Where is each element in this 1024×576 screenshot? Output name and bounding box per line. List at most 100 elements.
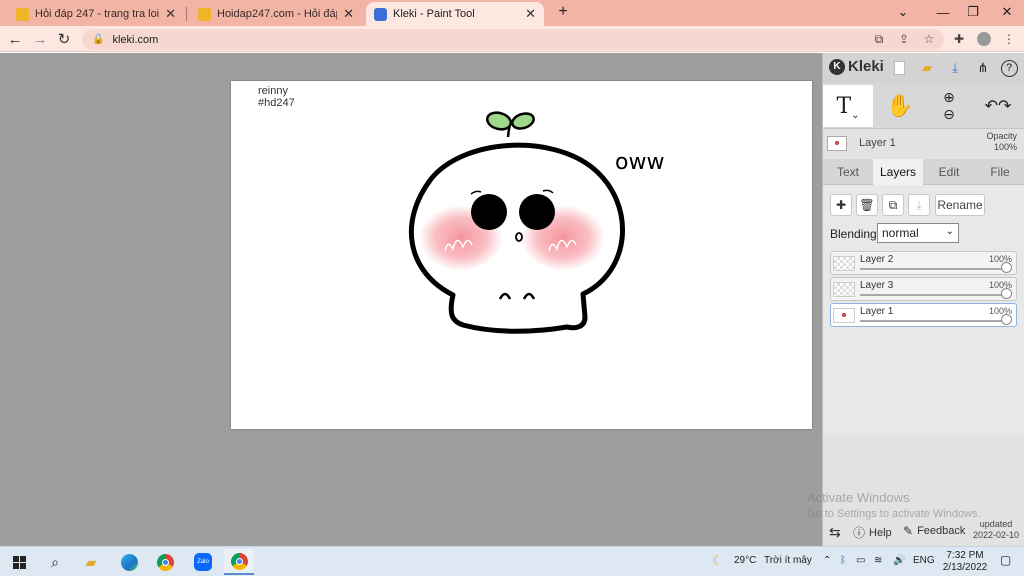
kleki-side-panel: K Kleki ▰ ⤓ ⋔ ? T ⌄ ✋ ⊕ ⊖ ↶↷ ☻ Layer 1 Opa… [822,53,1024,546]
url-text: kleki.com [112,33,159,46]
tab-hoidap-online[interactable]: Hoidap247.com - Hỏi đáp online ✕ [190,2,362,26]
windows-start-icon[interactable] [4,549,34,575]
panel-tabs: Text Layers Edit File [823,159,1024,185]
close-icon[interactable]: ✕ [165,6,176,22]
layer-thumbnail [833,282,855,297]
layer-opacity-track[interactable] [860,294,1008,296]
current-layer-opacity: Opacity 100% [986,131,1017,152]
hoidap-favicon-icon [16,7,29,21]
layer-opacity-track[interactable] [860,320,1008,322]
layer-row[interactable]: Layer 2 100% [830,251,1017,275]
extensions-puzzle-icon[interactable]: ✚ [950,30,968,48]
duplicate-layer-icon[interactable]: ⧉ [882,194,904,216]
updated-info[interactable]: updated 2022-02-10 [973,519,1019,541]
tab-separator [186,7,187,21]
layer-row-selected[interactable]: ☻ Layer 1 100% [830,303,1017,327]
tray-chevron-up-icon[interactable]: ⌃ [823,555,831,566]
layer-thumbnail [833,256,855,271]
hoidap-favicon-icon [198,7,211,21]
tab-kleki-active[interactable]: Kleki - Paint Tool ✕ [366,2,544,26]
reload-icon[interactable]: ↻ [53,29,75,49]
edge-browser-icon[interactable] [114,549,144,575]
layer-opacity-slider-handle[interactable] [1001,314,1012,325]
weather-moon-icon[interactable]: ☾ [712,553,724,569]
file-explorer-icon[interactable]: ▰ [76,549,106,575]
minimize-icon[interactable]: — [928,0,958,24]
weather-temp[interactable]: 29°C [734,555,756,566]
back-arrow-icon[interactable]: ← [4,29,26,49]
current-layer-header: ☻ Layer 1 Opacity 100% [823,129,1024,159]
kleki-logo-icon: K [829,58,845,75]
network-icon[interactable]: ▭ [856,555,865,566]
tab-hoidap-tra-loi[interactable]: Hỏi đáp 247 - trang tra loi ✕ [8,2,184,26]
hand-tool-icon[interactable]: ✋ [879,85,921,127]
notifications-icon[interactable]: ▢ [1000,553,1011,567]
rename-button[interactable]: Rename [935,194,985,216]
profile-avatar-icon[interactable] [975,30,993,48]
chrome-active-icon[interactable] [224,549,254,575]
swap-side-arrows-icon[interactable]: ⇆ [829,524,841,541]
tab-file[interactable]: File [975,159,1024,185]
wifi-icon[interactable]: ≋ [874,555,882,566]
feedback-pencil-icon: ✎ [903,524,914,538]
translate-icon[interactable]: ⧉ [870,30,888,48]
layers-panel: ✚ 🗑 ⧉ ⤓ Rename Blending normal ⌄ Layer 2… [823,185,1024,435]
feedback-button[interactable]: ✎ Feedback [903,524,965,538]
taskbar-clock[interactable]: 7:32 PM 2/13/2022 [942,550,988,574]
close-icon[interactable]: ✕ [343,6,354,22]
bookmark-star-icon[interactable]: ☆ [920,30,938,48]
drawing-canvas[interactable]: reinny #hd247 oww [231,81,812,429]
open-folder-icon[interactable]: ▰ [917,58,937,78]
undo-redo-icon[interactable]: ↶↷ [975,85,1021,127]
layer-thumbnail: ☻ [833,308,855,323]
kleki-logo: K Kleki [829,58,884,75]
layer-row[interactable]: Layer 3 100% [830,277,1017,301]
drawing-text-oww: oww [615,150,664,175]
new-tab-plus-icon[interactable]: + [548,0,578,24]
help-circle-icon: ⓘ [853,526,866,540]
bluetooth-icon[interactable]: ᛒ [840,555,846,566]
tab-text[interactable]: Text [823,159,873,185]
close-icon[interactable]: ✕ [525,6,536,22]
weather-desc[interactable]: Trời ít mây [764,555,812,566]
browser-tab-strip: Hỏi đáp 247 - trang tra loi ✕ Hoidap247.… [0,0,1024,26]
tab-edit[interactable]: Edit [923,159,975,185]
skull-drawing: oww [408,111,664,334]
current-layer-thumbnail: ☻ [827,136,847,151]
lock-icon: 🔒 [92,34,105,45]
window-close-icon[interactable]: ✕ [992,0,1022,24]
tab-search-chevron-down-icon[interactable]: ⌄ [888,0,918,24]
activate-windows-watermark: Activate Windows Go to Settings to activ… [807,490,981,520]
windows-taskbar: ⌕ ▰ Zalo ☾ 29°C Trời ít mây ⌃ ᛒ ▭ ≋ 🔊 EN… [0,546,1024,576]
delete-layer-trash-icon[interactable]: 🗑 [856,194,878,216]
browser-toolbar: ← → ↻ 🔒 kleki.com ⧉ ⇪ ☆ ✚ ⋮ [0,26,1024,52]
volume-icon[interactable]: 🔊 [893,555,905,566]
restore-icon[interactable]: ❐ [958,0,988,24]
language-indicator[interactable]: ENG [913,555,935,566]
text-tool-icon[interactable]: T ⌄ [823,85,873,127]
help-question-icon[interactable]: ? [999,58,1019,78]
forward-arrow-icon[interactable]: → [29,29,51,49]
more-menu-icon[interactable]: ⋮ [1000,30,1018,48]
tab-layers[interactable]: Layers [873,159,923,185]
current-layer-name: Layer 1 [859,137,896,149]
blending-select[interactable]: normal ⌄ [877,223,959,243]
merge-down-icon[interactable]: ⤓ [908,194,930,216]
download-icon[interactable]: ⤓ [945,58,965,78]
zoom-in-out-icon[interactable]: ⊕ ⊖ [927,85,971,127]
new-image-icon[interactable] [889,58,909,78]
chrome-icon[interactable] [150,549,180,575]
share-page-icon[interactable]: ⇪ [895,30,913,48]
add-layer-plus-icon[interactable]: ✚ [830,194,852,216]
address-bar[interactable]: 🔒 kleki.com [82,29,944,50]
chevron-down-icon: ⌄ [945,226,954,237]
layer-opacity-slider-handle[interactable] [1001,262,1012,273]
share-icon[interactable]: ⋔ [973,58,993,78]
layer-opacity-track[interactable] [860,268,1008,270]
panel-header: K Kleki ▰ ⤓ ⋔ ? [823,53,1024,83]
canvas-workspace[interactable]: reinny #hd247 oww [0,53,822,546]
zalo-icon[interactable]: Zalo [188,549,218,575]
help-button[interactable]: ⓘ Help [853,524,892,541]
layer-opacity-slider-handle[interactable] [1001,288,1012,299]
search-icon[interactable]: ⌕ [40,549,70,575]
